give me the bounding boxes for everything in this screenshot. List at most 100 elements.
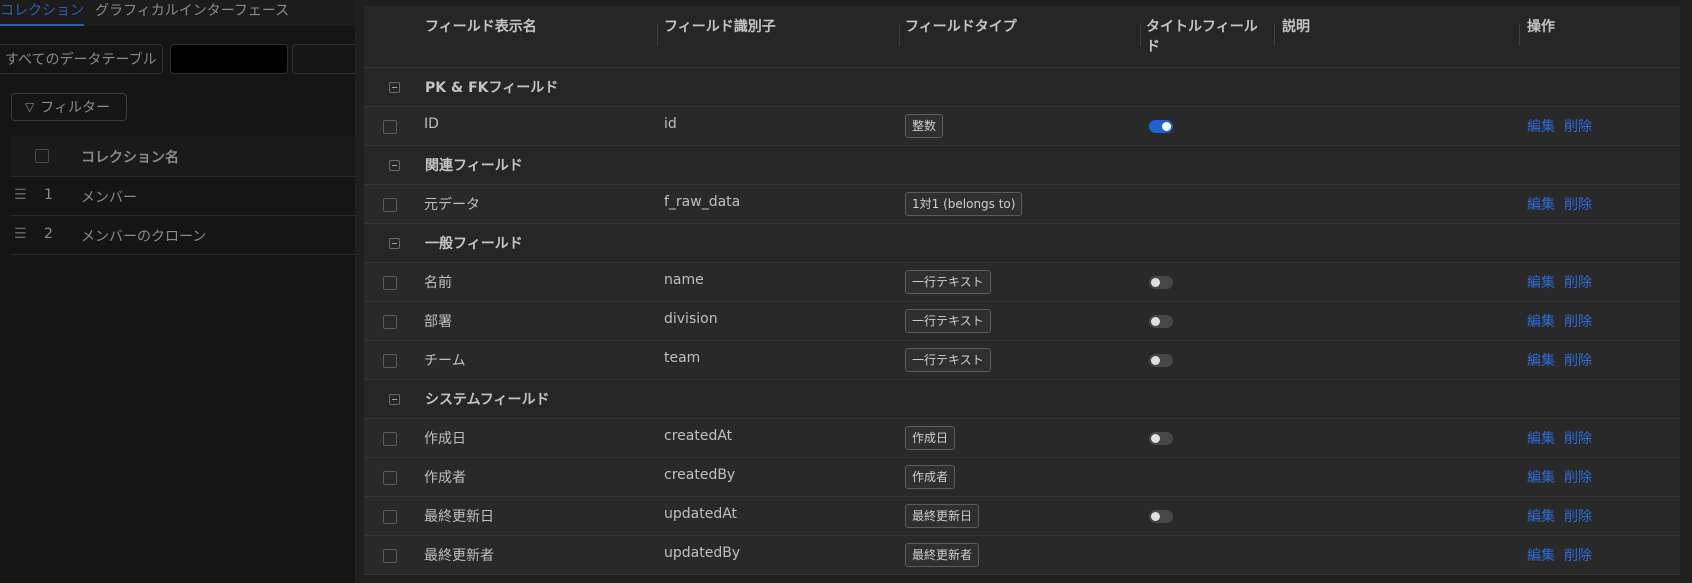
delete-link[interactable]: 削除 [1564, 428, 1592, 448]
header-description: 説明 [1282, 19, 1310, 35]
edit-link[interactable]: 編集 [1527, 506, 1555, 526]
field-type-tag: 最終更新者 [905, 543, 980, 567]
field-identifier: team [664, 350, 701, 366]
field-display-name: 作成者 [424, 470, 466, 486]
title-field-switch[interactable] [1149, 315, 1173, 328]
switch-knob [1162, 122, 1171, 131]
delete-link[interactable]: 削除 [1564, 467, 1592, 487]
delete-link[interactable]: 削除 [1564, 311, 1592, 331]
row-checkbox[interactable] [383, 549, 397, 563]
collapse-icon[interactable] [389, 160, 400, 171]
edit-link[interactable]: 編集 [1527, 545, 1555, 565]
field-display-name: 作成日 [424, 431, 466, 447]
field-identifier: name [664, 272, 704, 288]
field-identifier: id [664, 116, 677, 132]
row-checkbox[interactable] [383, 315, 397, 329]
collections-page: コレクション グラフィカルインターフェース すべてのデータテーブル ▽ フィルタ… [0, 0, 362, 583]
tab-graphical-interface[interactable]: グラフィカルインターフェース [95, 0, 289, 20]
field-identifier: f_raw_data [664, 194, 741, 210]
row-checkbox[interactable] [383, 354, 397, 368]
field-type-tag: 整数 [905, 114, 944, 138]
field-display-name: 部署 [424, 314, 452, 330]
collection-number: 1 [44, 187, 53, 203]
collection-name-header: コレクション名 [81, 150, 179, 166]
overflow-tab[interactable] [292, 44, 362, 74]
drag-handle-icon[interactable]: ☰ [14, 226, 27, 242]
tab-collections[interactable]: コレクション [0, 0, 84, 26]
title-field-switch[interactable] [1149, 276, 1173, 289]
field-row: チーム team 一行テキスト 編集 削除 [364, 341, 1680, 380]
row-checkbox[interactable] [383, 276, 397, 290]
edit-link[interactable]: 編集 [1527, 311, 1555, 331]
row-checkbox[interactable] [383, 120, 397, 134]
fields-drawer: フィールド表示名 フィールド識別子 フィールドタイプ タイトルフィールド 説明 … [355, 0, 1692, 583]
column-separator [1140, 24, 1141, 46]
all-datatables-tab[interactable]: すべてのデータテーブル [0, 44, 163, 74]
collapse-icon[interactable] [389, 82, 400, 93]
drag-handle-icon[interactable]: ☰ [14, 187, 27, 203]
field-group-name: 一般フィールド [425, 236, 523, 252]
switch-knob [1151, 317, 1160, 326]
title-field-switch[interactable] [1149, 354, 1173, 367]
edit-link[interactable]: 編集 [1527, 467, 1555, 487]
switch-knob [1151, 278, 1160, 287]
filter-button[interactable]: ▽ フィルター [11, 93, 127, 121]
edit-link[interactable]: 編集 [1527, 194, 1555, 214]
header-title-field: タイトルフィールド [1146, 19, 1258, 55]
field-type-tag: 一行テキスト [905, 348, 991, 372]
delete-link[interactable]: 削除 [1564, 545, 1592, 565]
delete-link[interactable]: 削除 [1564, 194, 1592, 214]
switch-knob [1151, 356, 1160, 365]
fields-table-header: フィールド表示名 フィールド識別子 フィールドタイプ タイトルフィールド 説明 … [364, 6, 1680, 68]
field-row: ID id 整数 編集 削除 [364, 107, 1680, 146]
top-tab-bar: コレクション グラフィカルインターフェース [0, 0, 355, 26]
delete-link[interactable]: 削除 [1564, 272, 1592, 292]
redacted-tab[interactable] [170, 44, 288, 74]
field-row: 元データ f_raw_data 1対1 (belongs to) 編集 削除 [364, 185, 1680, 224]
column-separator [899, 24, 900, 46]
edit-link[interactable]: 編集 [1527, 116, 1555, 136]
collapse-icon[interactable] [389, 238, 400, 249]
collapse-icon[interactable] [389, 394, 400, 405]
field-identifier: updatedBy [664, 545, 741, 561]
title-field-switch[interactable] [1149, 510, 1173, 523]
field-group-name: システムフィールド [425, 392, 550, 408]
field-type-tag: 作成日 [905, 426, 956, 450]
filter-label: フィルター [40, 100, 110, 116]
filter-icon: ▽ [25, 100, 35, 114]
header-field-type: フィールドタイプ [905, 19, 1017, 35]
delete-link[interactable]: 削除 [1564, 350, 1592, 370]
collections-table: コレクション名 ☰ 1 メンバー ☰ 2 メンバーのクローン [11, 136, 355, 255]
field-group-name: 関連フィールド [425, 158, 523, 174]
collection-row[interactable]: ☰ 1 メンバー [11, 177, 355, 216]
field-row: 作成者 createdBy 作成者 編集 削除 [364, 458, 1680, 497]
row-checkbox[interactable] [383, 471, 397, 485]
field-identifier: createdBy [664, 467, 736, 483]
title-field-switch[interactable] [1149, 120, 1173, 133]
field-display-name: ID [424, 116, 439, 132]
edit-link[interactable]: 編集 [1527, 428, 1555, 448]
fields-table: フィールド表示名 フィールド識別子 フィールドタイプ タイトルフィールド 説明 … [364, 6, 1680, 575]
collections-table-header: コレクション名 [11, 136, 355, 177]
field-group-name: PK & FKフィールド [425, 80, 559, 96]
field-group-row: システムフィールド [364, 380, 1680, 419]
collection-name[interactable]: メンバーのクローン [81, 226, 206, 246]
column-separator [657, 24, 658, 46]
field-type-tag: 1対1 (belongs to) [905, 192, 1023, 216]
collection-row[interactable]: ☰ 2 メンバーのクローン [11, 216, 355, 255]
select-all-checkbox[interactable] [35, 149, 49, 163]
row-checkbox[interactable] [383, 510, 397, 524]
collection-name[interactable]: メンバー [81, 187, 137, 207]
delete-link[interactable]: 削除 [1564, 506, 1592, 526]
switch-knob [1151, 512, 1160, 521]
field-type-tag: 一行テキスト [905, 309, 991, 333]
row-checkbox[interactable] [383, 432, 397, 446]
switch-knob [1151, 434, 1160, 443]
header-display-name: フィールド表示名 [425, 19, 537, 35]
edit-link[interactable]: 編集 [1527, 350, 1555, 370]
row-checkbox[interactable] [383, 198, 397, 212]
title-field-switch[interactable] [1149, 432, 1173, 445]
edit-link[interactable]: 編集 [1527, 272, 1555, 292]
field-row: 最終更新者 updatedBy 最終更新者 編集 削除 [364, 536, 1680, 575]
delete-link[interactable]: 削除 [1564, 116, 1592, 136]
